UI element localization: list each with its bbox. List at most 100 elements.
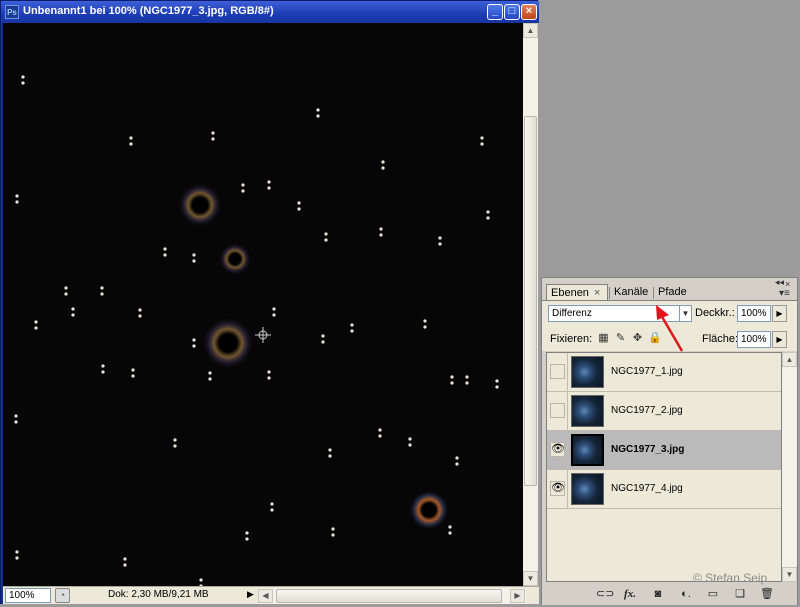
star-dot	[379, 227, 383, 231]
fill-slider-arrow-icon[interactable]: ▶	[772, 331, 787, 348]
star-dot	[163, 253, 167, 257]
crosshair-cursor-icon	[255, 327, 271, 343]
lock-position-icon[interactable]: ✥	[631, 332, 644, 345]
star-dot	[173, 438, 177, 442]
star-dot	[321, 334, 325, 338]
layer-thumbnail	[571, 395, 604, 427]
trash-icon[interactable]: 🗑	[759, 587, 775, 601]
star-dot	[331, 527, 335, 531]
scroll-up-arrow-icon[interactable]: ▲	[782, 352, 797, 367]
eye-icon[interactable]: 👁	[550, 442, 565, 457]
star-dot	[423, 325, 427, 329]
star-dot	[455, 462, 459, 466]
star-dot	[438, 236, 442, 240]
scroll-down-arrow-icon[interactable]: ▼	[523, 571, 538, 586]
scroll-down-arrow-icon[interactable]: ▼	[782, 567, 797, 582]
lock-transparency-icon[interactable]: ▦	[597, 332, 610, 345]
star-dot	[14, 414, 18, 418]
star-dot	[123, 557, 127, 561]
star-dot	[192, 253, 196, 257]
horizontal-scrollbar[interactable]: ◀ ▶	[258, 588, 526, 604]
divider	[567, 431, 568, 469]
tab-paths[interactable]: Pfade	[654, 284, 694, 301]
adjustment-icon[interactable]: ◐.	[678, 587, 694, 601]
star-dot	[480, 142, 484, 146]
star-dot	[211, 137, 215, 141]
zoom-field[interactable]: 100%	[5, 588, 51, 603]
star-dot	[495, 385, 499, 389]
horizontal-scroll-thumb[interactable]	[276, 589, 502, 603]
vertical-scroll-thumb[interactable]	[524, 116, 537, 486]
image-canvas[interactable]	[3, 23, 523, 586]
opacity-slider-arrow-icon[interactable]: ▶	[772, 305, 787, 322]
star-dot	[100, 292, 104, 296]
document-window: Ps Unbenannt1 bei 100% (NGC1977_3.jpg, R…	[0, 0, 539, 604]
photoshop-app-icon: Ps	[5, 5, 19, 19]
star-dot	[495, 379, 499, 383]
panel-footer: ⊂⊃ fx. ◙ ◐. ▭ ❏ 🗑	[542, 583, 797, 605]
fill-field[interactable]: 100%	[737, 331, 771, 348]
fx-icon[interactable]: fx.	[622, 587, 638, 601]
layer-row[interactable]: NGC1977_1.jpg	[547, 353, 781, 392]
star-dot	[34, 320, 38, 324]
star-dot	[455, 456, 459, 460]
star-dot	[131, 374, 135, 378]
opacity-field[interactable]: 100%	[737, 305, 771, 322]
mask-icon[interactable]: ◙	[650, 587, 666, 601]
title-bar[interactable]: Ps Unbenannt1 bei 100% (NGC1977_3.jpg, R…	[1, 1, 539, 23]
scroll-up-arrow-icon[interactable]: ▲	[523, 23, 538, 38]
tab-channels[interactable]: Kanäle	[610, 284, 652, 301]
watermark: © Stefan Seip	[693, 571, 768, 585]
star-dot	[163, 247, 167, 251]
star-dot	[267, 370, 271, 374]
link-icon[interactable]: ⊂⊃	[596, 587, 614, 601]
star-dot	[486, 216, 490, 220]
bright-star-halo	[219, 243, 251, 275]
star-dot	[211, 131, 215, 135]
status-bar: 100% ◔ Dok: 2,30 MB/9,21 MB ▶ ◀ ▶	[3, 586, 539, 604]
lock-pixels-icon[interactable]: ✎	[614, 332, 627, 345]
star-dot	[138, 308, 142, 312]
tab-layers[interactable]: Ebenen ×	[546, 284, 608, 301]
status-menu-arrow-icon[interactable]: ▶	[247, 589, 254, 600]
group-folder-icon[interactable]: ▭	[705, 587, 721, 601]
star-dot	[64, 286, 68, 290]
star-dot	[272, 313, 276, 317]
layer-thumbnail	[571, 356, 604, 388]
eye-icon[interactable]: 👁	[550, 481, 565, 496]
star-dot	[450, 375, 454, 379]
layer-row-selected[interactable]: 👁 NGC1977_3.jpg	[547, 431, 781, 470]
star-dot	[131, 368, 135, 372]
document-size-info: Dok: 2,30 MB/9,21 MB	[108, 589, 209, 600]
lock-label: Fixieren:	[550, 333, 593, 345]
star-dot	[297, 201, 301, 205]
star-dot	[350, 323, 354, 327]
star-dot	[129, 136, 133, 140]
panel-menu-icon[interactable]: ▾≡	[779, 288, 790, 299]
visibility-toggle[interactable]	[550, 403, 565, 418]
vertical-scrollbar[interactable]: ▲ ▼	[523, 23, 538, 586]
layer-thumbnail	[571, 434, 604, 466]
visibility-toggle[interactable]	[550, 364, 565, 379]
star-dot	[34, 326, 38, 330]
star-dot	[267, 180, 271, 184]
star-dot	[64, 292, 68, 296]
layers-scrollbar[interactable]: ▲ ▼	[782, 352, 797, 582]
panel-collapse-icon[interactable]: ◂◂	[775, 277, 784, 288]
tab-layers-label: Ebenen	[551, 287, 589, 299]
divider	[567, 392, 568, 430]
annotation-arrow-icon	[656, 305, 684, 352]
maximize-button[interactable]: □	[504, 4, 520, 20]
close-button[interactable]: ×	[521, 4, 537, 20]
scroll-right-arrow-icon[interactable]: ▶	[510, 589, 525, 603]
layer-row[interactable]: NGC1977_2.jpg	[547, 392, 781, 431]
new-layer-icon[interactable]: ❏	[732, 587, 748, 601]
tab-close-icon[interactable]: ×	[594, 287, 600, 299]
star-dot	[465, 375, 469, 379]
layer-row[interactable]: 👁 NGC1977_4.jpg	[547, 470, 781, 509]
star-dot	[241, 189, 245, 193]
status-info-icon[interactable]: ◔	[55, 588, 70, 603]
scroll-left-arrow-icon[interactable]: ◀	[258, 589, 273, 603]
layers-list: NGC1977_1.jpg NGC1977_2.jpg 👁 NGC1977_3.…	[546, 352, 782, 582]
minimize-button[interactable]: _	[487, 4, 503, 20]
